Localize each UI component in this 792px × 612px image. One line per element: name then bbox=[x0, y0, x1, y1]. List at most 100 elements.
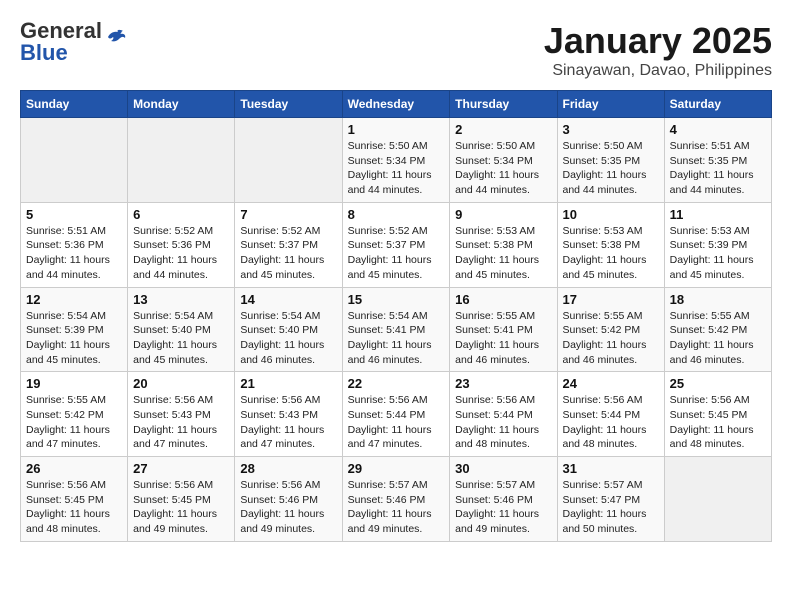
day-number: 14 bbox=[240, 292, 336, 307]
day-number: 27 bbox=[133, 461, 229, 476]
day-number: 8 bbox=[348, 207, 445, 222]
calendar-cell: 28 Sunrise: 5:56 AM Sunset: 5:46 PM Dayli… bbox=[235, 457, 342, 542]
header-friday: Friday bbox=[557, 91, 664, 118]
calendar-cell: 19 Sunrise: 5:55 AM Sunset: 5:42 PM Dayli… bbox=[21, 372, 128, 457]
calendar-cell bbox=[235, 118, 342, 203]
day-info: Sunrise: 5:56 AM Sunset: 5:45 PM Dayligh… bbox=[133, 478, 229, 537]
calendar-cell: 20 Sunrise: 5:56 AM Sunset: 5:43 PM Dayli… bbox=[128, 372, 235, 457]
day-number: 1 bbox=[348, 122, 445, 137]
logo-bird-icon bbox=[106, 29, 128, 47]
day-number: 26 bbox=[26, 461, 122, 476]
day-number: 7 bbox=[240, 207, 336, 222]
day-info: Sunrise: 5:54 AM Sunset: 5:40 PM Dayligh… bbox=[133, 309, 229, 368]
day-info: Sunrise: 5:55 AM Sunset: 5:42 PM Dayligh… bbox=[670, 309, 766, 368]
day-number: 21 bbox=[240, 376, 336, 391]
calendar-cell: 15 Sunrise: 5:54 AM Sunset: 5:41 PM Dayli… bbox=[342, 287, 450, 372]
header-wednesday: Wednesday bbox=[342, 91, 450, 118]
day-info: Sunrise: 5:54 AM Sunset: 5:39 PM Dayligh… bbox=[26, 309, 122, 368]
page-header: General Blue January 2025 Sinayawan, Dav… bbox=[20, 20, 772, 80]
day-info: Sunrise: 5:52 AM Sunset: 5:37 PM Dayligh… bbox=[348, 224, 445, 283]
day-info: Sunrise: 5:51 AM Sunset: 5:35 PM Dayligh… bbox=[670, 139, 766, 198]
day-info: Sunrise: 5:53 AM Sunset: 5:38 PM Dayligh… bbox=[455, 224, 551, 283]
calendar-cell: 9 Sunrise: 5:53 AM Sunset: 5:38 PM Daylig… bbox=[450, 202, 557, 287]
day-info: Sunrise: 5:56 AM Sunset: 5:46 PM Dayligh… bbox=[240, 478, 336, 537]
calendar-cell: 17Sunrise: 5:55 AM Sunset: 5:42 PM Dayli… bbox=[557, 287, 664, 372]
day-number: 29 bbox=[348, 461, 445, 476]
calendar-cell: 1Sunrise: 5:50 AM Sunset: 5:34 PM Daylig… bbox=[342, 118, 450, 203]
calendar-cell: 7Sunrise: 5:52 AM Sunset: 5:37 PM Daylig… bbox=[235, 202, 342, 287]
day-info: Sunrise: 5:53 AM Sunset: 5:39 PM Dayligh… bbox=[670, 224, 766, 283]
day-number: 15 bbox=[348, 292, 445, 307]
week-row-0: 1Sunrise: 5:50 AM Sunset: 5:34 PM Daylig… bbox=[21, 118, 772, 203]
day-number: 30 bbox=[455, 461, 551, 476]
day-info: Sunrise: 5:50 AM Sunset: 5:35 PM Dayligh… bbox=[563, 139, 659, 198]
calendar-cell: 16Sunrise: 5:55 AM Sunset: 5:41 PM Dayli… bbox=[450, 287, 557, 372]
header-tuesday: Tuesday bbox=[235, 91, 342, 118]
calendar-cell: 30 Sunrise: 5:57 AM Sunset: 5:46 PM Dayli… bbox=[450, 457, 557, 542]
day-info: Sunrise: 5:57 AM Sunset: 5:46 PM Dayligh… bbox=[348, 478, 445, 537]
header-saturday: Saturday bbox=[664, 91, 771, 118]
calendar-cell: 31Sunrise: 5:57 AM Sunset: 5:47 PM Dayli… bbox=[557, 457, 664, 542]
calendar-cell: 13 Sunrise: 5:54 AM Sunset: 5:40 PM Dayli… bbox=[128, 287, 235, 372]
day-info: Sunrise: 5:56 AM Sunset: 5:43 PM Dayligh… bbox=[240, 393, 336, 452]
day-number: 6 bbox=[133, 207, 229, 222]
calendar-cell: 2Sunrise: 5:50 AM Sunset: 5:34 PM Daylig… bbox=[450, 118, 557, 203]
header-thursday: Thursday bbox=[450, 91, 557, 118]
day-info: Sunrise: 5:56 AM Sunset: 5:44 PM Dayligh… bbox=[348, 393, 445, 452]
calendar-cell: 8 Sunrise: 5:52 AM Sunset: 5:37 PM Daylig… bbox=[342, 202, 450, 287]
day-number: 9 bbox=[455, 207, 551, 222]
day-number: 19 bbox=[26, 376, 122, 391]
header-monday: Monday bbox=[128, 91, 235, 118]
day-number: 22 bbox=[348, 376, 445, 391]
day-info: Sunrise: 5:54 AM Sunset: 5:40 PM Dayligh… bbox=[240, 309, 336, 368]
week-row-3: 19 Sunrise: 5:55 AM Sunset: 5:42 PM Dayli… bbox=[21, 372, 772, 457]
day-number: 28 bbox=[240, 461, 336, 476]
page-title: January 2025 bbox=[544, 20, 772, 62]
calendar-cell: 5Sunrise: 5:51 AM Sunset: 5:36 PM Daylig… bbox=[21, 202, 128, 287]
week-row-1: 5Sunrise: 5:51 AM Sunset: 5:36 PM Daylig… bbox=[21, 202, 772, 287]
calendar-cell: 12Sunrise: 5:54 AM Sunset: 5:39 PM Dayli… bbox=[21, 287, 128, 372]
header-sunday: Sunday bbox=[21, 91, 128, 118]
calendar-cell: 18Sunrise: 5:55 AM Sunset: 5:42 PM Dayli… bbox=[664, 287, 771, 372]
day-number: 10 bbox=[563, 207, 659, 222]
day-info: Sunrise: 5:53 AM Sunset: 5:38 PM Dayligh… bbox=[563, 224, 659, 283]
day-info: Sunrise: 5:55 AM Sunset: 5:42 PM Dayligh… bbox=[563, 309, 659, 368]
calendar-table: SundayMondayTuesdayWednesdayThursdayFrid… bbox=[20, 90, 772, 542]
day-number: 13 bbox=[133, 292, 229, 307]
calendar-cell: 25 Sunrise: 5:56 AM Sunset: 5:45 PM Dayli… bbox=[664, 372, 771, 457]
calendar-cell: 29 Sunrise: 5:57 AM Sunset: 5:46 PM Dayli… bbox=[342, 457, 450, 542]
day-number: 25 bbox=[670, 376, 766, 391]
calendar-cell bbox=[21, 118, 128, 203]
day-number: 5 bbox=[26, 207, 122, 222]
day-info: Sunrise: 5:57 AM Sunset: 5:46 PM Dayligh… bbox=[455, 478, 551, 537]
day-number: 24 bbox=[563, 376, 659, 391]
day-info: Sunrise: 5:56 AM Sunset: 5:45 PM Dayligh… bbox=[670, 393, 766, 452]
calendar-cell: 21 Sunrise: 5:56 AM Sunset: 5:43 PM Dayli… bbox=[235, 372, 342, 457]
calendar-header: SundayMondayTuesdayWednesdayThursdayFrid… bbox=[21, 91, 772, 118]
calendar-cell: 4 Sunrise: 5:51 AM Sunset: 5:35 PM Daylig… bbox=[664, 118, 771, 203]
header-row: SundayMondayTuesdayWednesdayThursdayFrid… bbox=[21, 91, 772, 118]
logo: General Blue bbox=[20, 20, 128, 64]
day-number: 4 bbox=[670, 122, 766, 137]
calendar-cell: 23 Sunrise: 5:56 AM Sunset: 5:44 PM Dayli… bbox=[450, 372, 557, 457]
calendar-cell: 26Sunrise: 5:56 AM Sunset: 5:45 PM Dayli… bbox=[21, 457, 128, 542]
day-number: 23 bbox=[455, 376, 551, 391]
calendar-cell: 22 Sunrise: 5:56 AM Sunset: 5:44 PM Dayli… bbox=[342, 372, 450, 457]
title-block: January 2025 Sinayawan, Davao, Philippin… bbox=[544, 20, 772, 80]
day-info: Sunrise: 5:55 AM Sunset: 5:42 PM Dayligh… bbox=[26, 393, 122, 452]
day-number: 20 bbox=[133, 376, 229, 391]
week-row-2: 12Sunrise: 5:54 AM Sunset: 5:39 PM Dayli… bbox=[21, 287, 772, 372]
day-info: Sunrise: 5:55 AM Sunset: 5:41 PM Dayligh… bbox=[455, 309, 551, 368]
day-info: Sunrise: 5:54 AM Sunset: 5:41 PM Dayligh… bbox=[348, 309, 445, 368]
day-number: 2 bbox=[455, 122, 551, 137]
week-row-4: 26 Sunrise: 5:56 AM Sunset: 5:45 PM Dayli… bbox=[21, 457, 772, 542]
page-subtitle: Sinayawan, Davao, Philippines bbox=[544, 62, 772, 80]
day-info: Sunrise: 5:56 AM Sunset: 5:43 PM Dayligh… bbox=[133, 393, 229, 452]
logo-blue: Blue bbox=[20, 40, 68, 65]
calendar-cell: 11Sunrise: 5:53 AM Sunset: 5:39 PM Dayli… bbox=[664, 202, 771, 287]
day-info: Sunrise: 5:56 AM Sunset: 5:44 PM Dayligh… bbox=[455, 393, 551, 452]
calendar-cell: 27 Sunrise: 5:56 AM Sunset: 5:45 PM Dayli… bbox=[128, 457, 235, 542]
calendar-cell: 6Sunrise: 5:52 AM Sunset: 5:36 PM Daylig… bbox=[128, 202, 235, 287]
day-info: Sunrise: 5:56 AM Sunset: 5:44 PM Dayligh… bbox=[563, 393, 659, 452]
calendar-cell bbox=[664, 457, 771, 542]
